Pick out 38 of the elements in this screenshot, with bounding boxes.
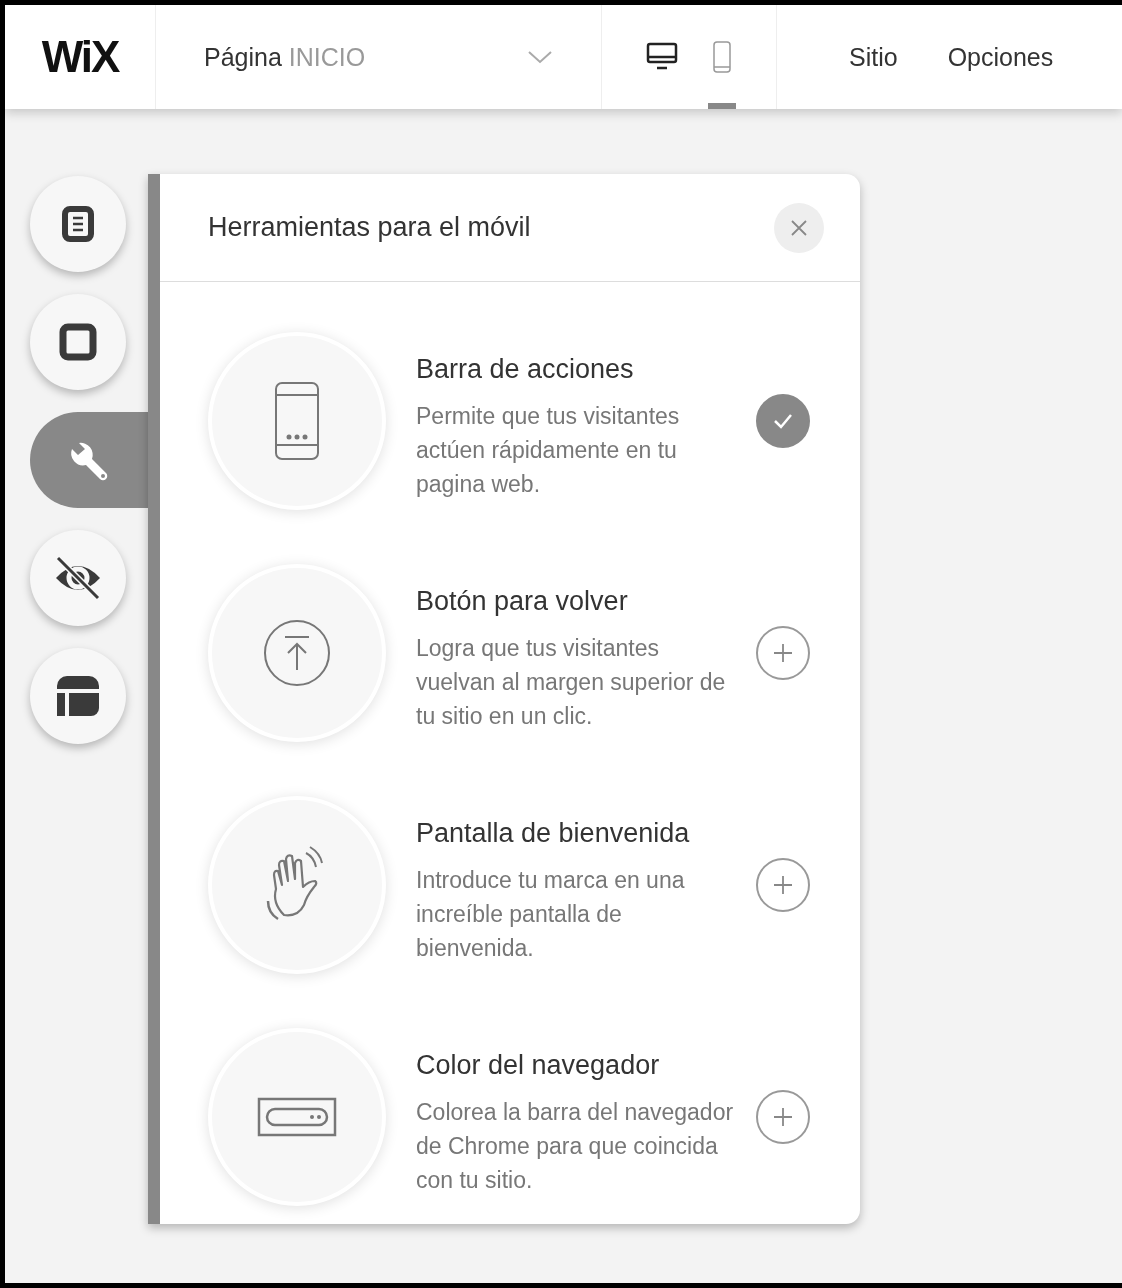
page-selector[interactable]: Página INICIO [156, 5, 602, 109]
document-icon [62, 206, 94, 242]
close-button[interactable] [774, 202, 824, 253]
tool-description: Logra que tus visitantes vuelvan al margen superior de tu sitio en un clic. [416, 634, 727, 731]
plus-icon [772, 642, 794, 664]
sidebar-button[interactable] [30, 294, 126, 390]
plus-icon [772, 874, 794, 896]
tool-description: Permite que tus visitantes actúen rápidamente en tu pagina web. [416, 402, 681, 499]
tool-title: Color del navegador [416, 1050, 661, 1081]
logo[interactable]: WiX [41, 32, 119, 82]
sidebar-button[interactable] [30, 648, 126, 744]
desktop-icon [646, 42, 678, 72]
panel-title: Herramientas para el móvil [208, 212, 531, 243]
add-button[interactable] [756, 626, 810, 680]
mobile-icon [712, 40, 732, 74]
tool-description: Colorea la barra del navegador de Chrome para que coincida con tu sitio. [416, 1098, 735, 1195]
hidden-eye-icon [53, 556, 103, 600]
phone-icon [274, 381, 320, 461]
check-icon [772, 412, 794, 430]
add-button[interactable] [756, 1090, 810, 1144]
menu-item[interactable]: Sitio [849, 42, 898, 72]
tool-title: Botón para volver [416, 586, 629, 617]
tool-description: Introduce tu marca en una increíble pantalla de bienvenida. [416, 866, 686, 963]
layout-icon [55, 674, 101, 718]
square-icon [59, 323, 97, 361]
page-selector-label: Página INICIO [204, 42, 366, 72]
browser-bar-icon [257, 1097, 337, 1137]
menu-item[interactable]: Opciones [947, 42, 1054, 72]
sidebar-button[interactable] [30, 530, 126, 626]
plus-icon [772, 1106, 794, 1128]
added-check-button[interactable] [756, 394, 810, 448]
chevron-down-icon [527, 50, 553, 64]
add-button[interactable] [756, 858, 810, 912]
close-icon [790, 218, 808, 237]
arrow-up-circle-icon [262, 618, 332, 688]
tool-title: Pantalla de bienvenida [416, 818, 691, 849]
tool-title: Barra de acciones [416, 354, 635, 385]
sidebar-button[interactable] [30, 176, 126, 272]
